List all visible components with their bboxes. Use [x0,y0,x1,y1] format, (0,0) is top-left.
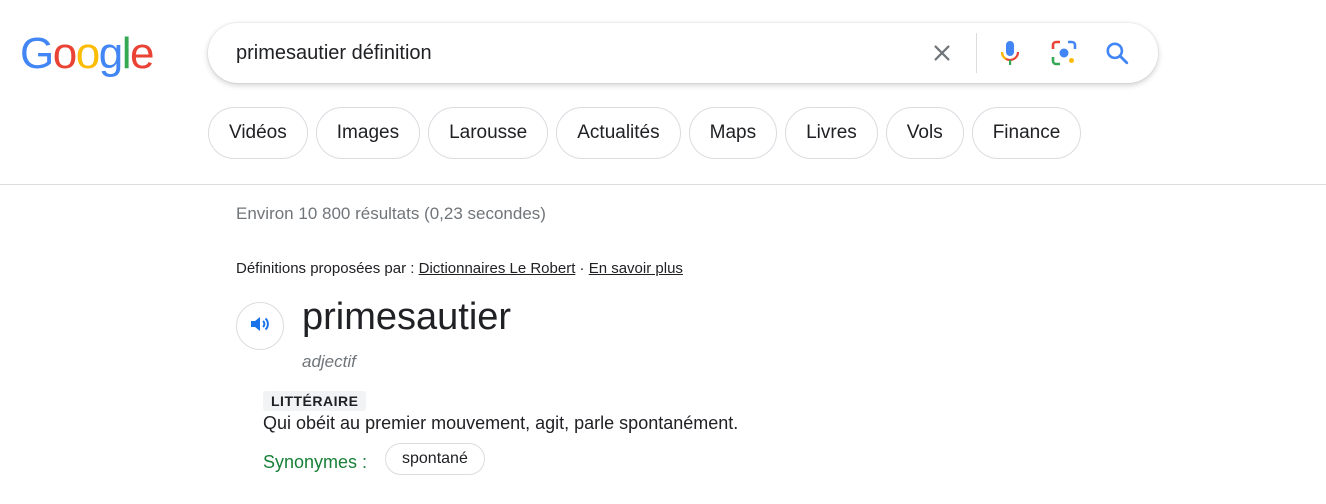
definition-source-prefix: Définitions proposées par : [236,260,419,277]
search-divider [976,33,977,73]
logo-letter: l [121,29,132,78]
speaker-button[interactable] [236,302,284,350]
chip-finance[interactable]: Finance [971,107,1082,159]
microphone-icon[interactable] [995,38,1025,68]
logo-letter: e [129,29,154,78]
register-label: LITTÉRAIRE [263,391,367,411]
source-link[interactable]: Dictionnaires Le Robert [419,260,576,277]
logo-letter: g [98,29,123,78]
result-stats: Environ 10 800 résultats (0,23 secondes) [236,204,546,223]
chip-livres[interactable]: Livres [785,107,878,159]
chip-actualites[interactable]: Actualités [556,107,681,159]
header-divider [0,184,1326,185]
learn-more-link[interactable]: En savoir plus [589,260,683,277]
synonym-chip[interactable]: spontané [385,443,485,475]
definition-source: Définitions proposées par : Dictionnaire… [236,260,683,277]
speaker-icon [248,312,272,341]
google-logo[interactable]: Google [20,28,154,80]
search-results-page: Google primesautier définition Vidéos Im… [0,0,1326,504]
source-separator: · [575,260,589,277]
search-filter-chips: Vidéos Images Larousse Actualités Maps L… [208,107,1082,159]
part-of-speech: adjectif [302,352,356,371]
synonyms-label: Synonymes : [263,452,368,472]
definition-text: Qui obéit au premier mouvement, agit, pa… [263,413,739,433]
close-icon[interactable] [927,38,957,68]
search-input[interactable]: primesautier définition [236,41,432,65]
chip-videos[interactable]: Vidéos [208,107,308,159]
headword: primesautier [302,296,512,338]
chip-images[interactable]: Images [315,107,421,159]
lens-icon[interactable] [1049,38,1079,68]
search-icon[interactable] [1102,38,1132,68]
chip-maps[interactable]: Maps [688,107,778,159]
logo-letter: o [75,29,100,78]
logo-letter: G [20,29,54,78]
chip-vols[interactable]: Vols [885,107,964,159]
logo-letter: o [52,29,77,78]
search-box: primesautier définition [208,23,1158,83]
chip-larousse[interactable]: Larousse [428,107,549,159]
